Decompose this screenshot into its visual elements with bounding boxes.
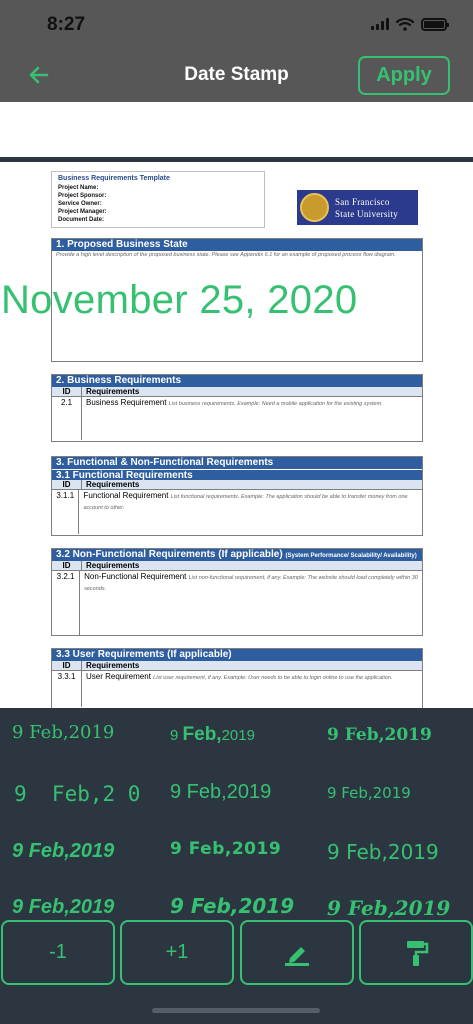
doc-field: Service Owner: [58,201,102,207]
stamp-style-option[interactable]: 9 Feb,2019 [170,894,294,918]
section-heading: 1. Proposed Business State [52,239,422,251]
doc-field: Project Sponsor: [58,193,107,199]
document-preview: Business Requirements Template Project N… [0,162,473,710]
row-id: 3.1.1 [52,490,80,534]
section-heading-note: (System Performance/ Scalability/ Availa… [285,553,417,559]
row-name: Business Requirement [86,398,167,407]
stamp-style-option[interactable]: 9 Feb,2019 [170,781,271,804]
logo-line-2: State University [335,208,399,219]
col-id: ID [52,661,82,670]
table-row: 3.1.1 Functional Requirement List functi… [52,490,422,534]
nav-bar: Date Stamp Apply [0,50,473,102]
section-heading: 2. Business Requirements [52,375,422,387]
pencil-icon [285,946,309,966]
stamp-style-option[interactable]: 9 Feb,2019 [327,784,411,802]
university-logo: San Francisco State University [297,190,418,225]
doc-header-title: Business Requirements Template [58,175,170,182]
doc-section-business-req: 2. Business Requirements ID Requirements… [51,374,423,442]
table-row: 2.1 Business Requirement List business r… [52,397,422,440]
stamp-style-option[interactable]: 9 Feb,2019 [327,725,432,745]
row-hint: List user requirement, if any. Example: … [153,675,393,681]
doc-section-user-req: 3.3 User Requirements (If applicable) ID… [51,648,423,710]
section-heading: 3.2 Non-Functional Requirements (If appl… [52,549,422,561]
edit-date-button[interactable] [240,920,354,985]
style-day: 9 [170,727,179,744]
section-heading: 3. Functional & Non-Functional Requireme… [52,457,422,469]
doc-field: Project Manager: [58,209,107,215]
minus-one-day-button[interactable]: -1 [1,920,115,985]
stamp-style-option[interactable]: 9 Feb,2019 [12,840,114,863]
col-requirements: Requirements [86,480,140,489]
stamp-style-option[interactable]: 9 Feb,2 0 [14,782,140,806]
stamp-style-button[interactable] [359,920,473,985]
date-stamp-preview[interactable]: November 25, 2020 [0,278,473,323]
doc-field: Document Date: [58,217,105,223]
col-requirements: Requirements [86,387,140,396]
row-name: User Requirement [86,672,151,681]
section-description: Provide a high level description of the … [56,252,396,258]
section-heading: 3.3 User Requirements (If applicable) [52,649,422,661]
home-indicator [152,1008,320,1013]
status-bar: 8:27 [0,0,473,50]
paint-roller-icon [407,940,429,966]
doc-field: Project Name: [58,185,99,191]
university-seal-icon [300,193,329,222]
stamp-style-option[interactable]: 9 Feb,2019 [170,839,281,859]
row-name: Non-Functional Requirement [84,572,187,581]
stamp-style-option[interactable]: 9 Feb,2019 [12,896,114,919]
style-month: Feb, [182,724,222,745]
status-icons [371,16,449,32]
app-root: 8:27 Date Stamp Apply Business Requireme… [0,0,473,1024]
row-id: 3.3.1 [52,671,82,707]
doc-header-box: Business Requirements Template Project N… [51,171,265,228]
table-row: 3.2.1 Non-Functional Requirement List no… [52,571,422,635]
col-requirements: Requirements [86,661,140,670]
doc-section-functional-req: 3. Functional & Non-Functional Requireme… [51,456,423,536]
col-id: ID [52,387,82,396]
style-year: 2019 [221,727,255,744]
stamp-style-picker: 9 Feb,2019 9 Feb,2019 9 Feb,2019 9 Feb,2… [0,708,473,920]
stamp-style-option[interactable]: 9 Feb,2019 [327,896,450,920]
row-id: 2.1 [52,397,82,440]
stamp-style-option[interactable]: 9 Feb,2019 [170,724,255,746]
section-subheading: 3.1 Functional Requirements [52,469,422,481]
row-hint: List business requirements. Example: Nee… [168,401,383,407]
wifi-icon [396,17,414,31]
battery-icon [421,17,449,31]
logo-line-1: San Francisco [335,196,390,207]
signal-icon [371,18,389,30]
doc-section-nonfunctional-req: 3.2 Non-Functional Requirements (If appl… [51,548,423,636]
row-name: Functional Requirement [83,491,169,500]
section-heading-text: 3.2 Non-Functional Requirements (If appl… [56,549,283,560]
table-row: 3.3.1 User Requirement List user require… [52,671,422,707]
stamp-style-option[interactable]: 9 Feb,2019 [12,722,114,743]
plus-one-day-button[interactable]: +1 [120,920,234,985]
col-id: ID [52,561,82,570]
row-id: 3.2.1 [52,571,81,635]
apply-button[interactable]: Apply [358,56,450,95]
col-id: ID [52,480,82,489]
bottom-toolbar: -1 +1 [0,920,473,1024]
col-requirements: Requirements [86,561,140,570]
status-time: 8:27 [47,14,86,35]
stamp-style-option[interactable]: 9 Feb,2019 [327,840,439,864]
